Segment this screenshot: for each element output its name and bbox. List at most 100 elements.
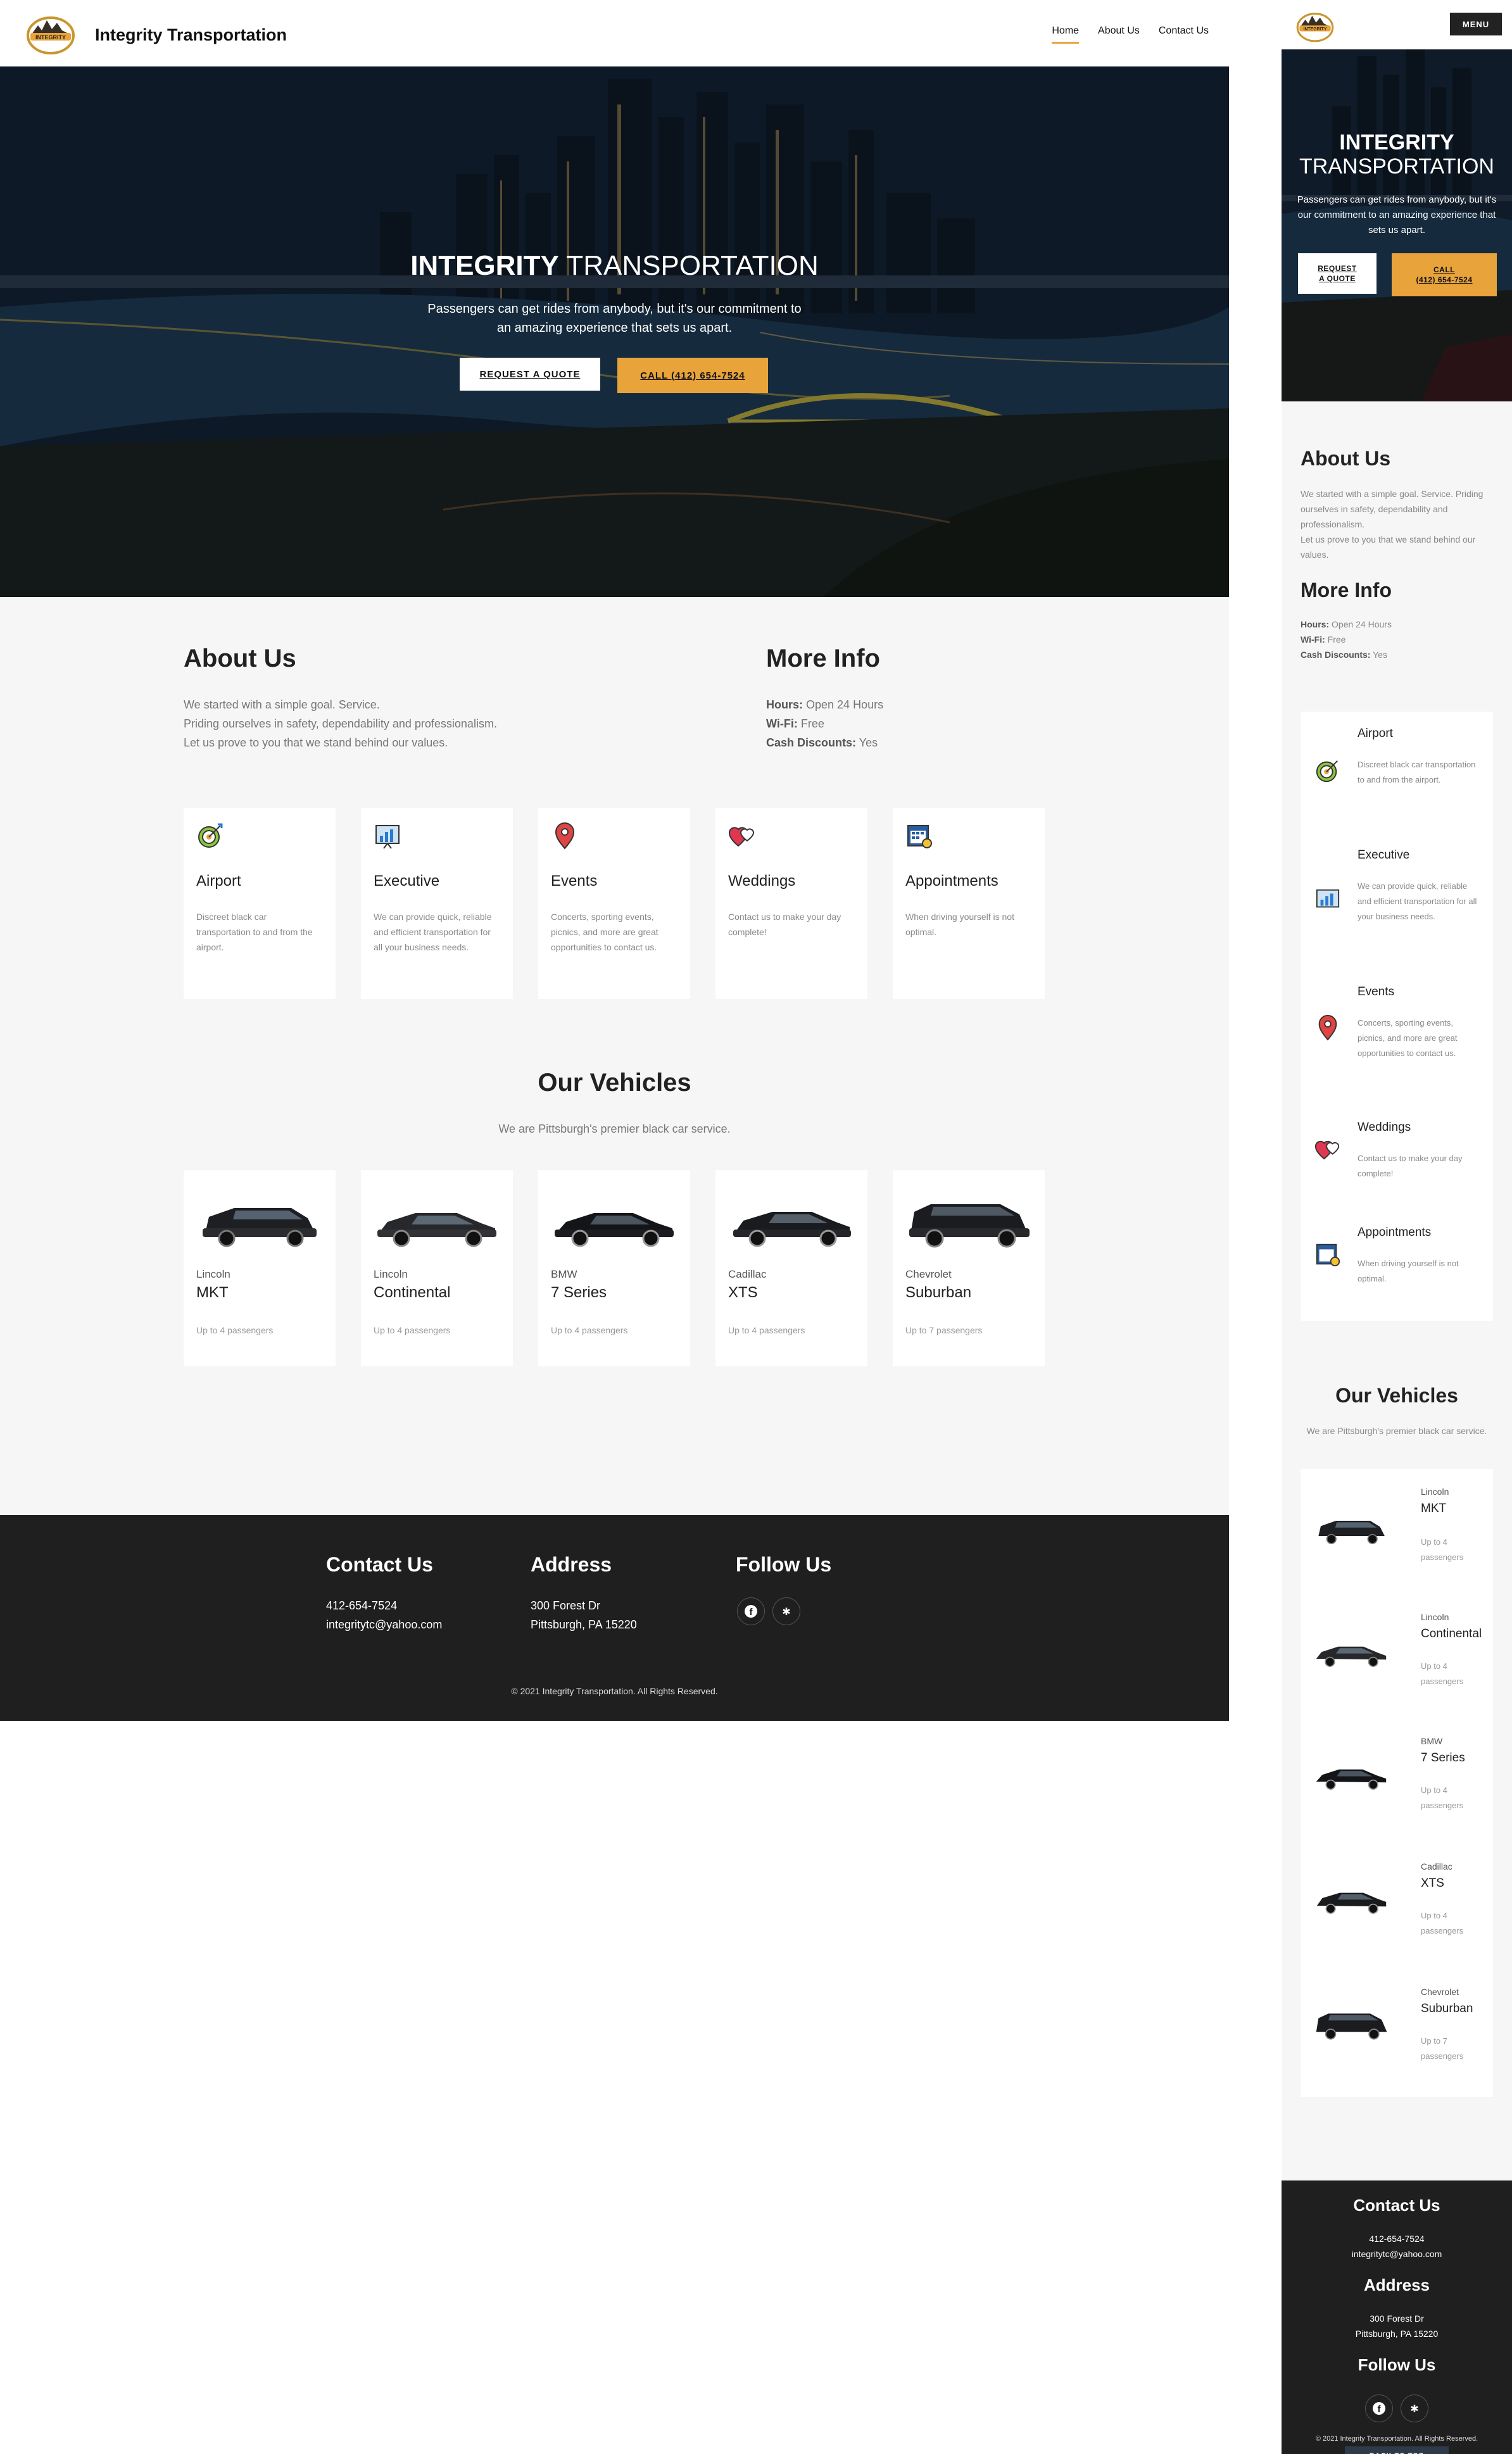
logo-icon[interactable]: INTEGRITY [25, 11, 76, 56]
facebook-icon[interactable]: f [737, 1597, 765, 1625]
site-footer: Contact Us 412-654-7524 integritytc@yaho… [0, 1515, 1229, 1721]
vehicle-make: Lincoln [374, 1268, 408, 1280]
calendar-icon [1316, 1243, 1340, 1267]
service-title: Appointments [905, 872, 999, 890]
brand-name[interactable]: Integrity Transportation [95, 25, 287, 45]
service-title: Weddings [728, 872, 796, 890]
service-desc: Discreet black car transportation to and… [1358, 760, 1476, 784]
vehicles-subtitle: We are Pittsburgh's premier black car se… [1306, 1426, 1487, 1436]
mobile-hero: INTEGRITY TRANSPORTATION Passengers can g… [1282, 49, 1512, 401]
info-wifi: Wi-Fi: Free [1301, 634, 1346, 645]
more-info-list: Hours: Open 24 Hours Wi-Fi: Free Cash Di… [1301, 617, 1392, 662]
footer-follow-heading: Follow Us [736, 1553, 832, 1576]
footer-email[interactable]: integritytc@yahoo.com [326, 1615, 442, 1634]
yelp-glyph: ✱ [1410, 2403, 1418, 2415]
service-title: Executive [374, 872, 440, 890]
service-title: Appointments [1358, 1226, 1432, 1239]
vehicle-model: Suburban [905, 1284, 972, 1301]
yelp-icon[interactable]: ✱ [772, 1597, 800, 1625]
vehicles-heading: Our Vehicles [1335, 1384, 1458, 1407]
request-quote-button[interactable]: REQUEST A QUOTE [1298, 253, 1377, 294]
call-button[interactable]: CALL (412) 654-7524 [617, 358, 768, 393]
vehicle-model: Continental [1421, 1627, 1482, 1640]
vehicle-model: 7 Series [1421, 1751, 1465, 1765]
desktop-view: INTEGRITY Integrity Transportation Home … [0, 0, 1229, 1721]
nav-about[interactable]: About Us [1098, 25, 1140, 44]
vehicle-capacity: Up to 4 passengers [1421, 1537, 1464, 1562]
copyright: © 2021 Integrity Transportation. All Rig… [1315, 2435, 1478, 2443]
footer-email[interactable]: integritytc@yahoo.com [1282, 2246, 1512, 2262]
hero-subtitle: Passengers can get rides from anybody, b… [427, 302, 802, 335]
vehicle-card-xts[interactable]: Cadillac XTS Up to 4 passengers [715, 1170, 867, 1366]
service-card-executive: Executive We can provide quick, reliable… [361, 808, 513, 999]
car-image [1318, 1521, 1385, 1544]
about-heading: About Us [184, 645, 296, 672]
mobile-header: INTEGRITY MENU [1282, 0, 1512, 49]
car-image [1316, 1769, 1387, 1790]
car-image [733, 1212, 851, 1247]
call-button[interactable]: CALL (412) 654-7524 [1392, 253, 1497, 296]
info-hours: Hours: Open 24 Hours [1301, 619, 1392, 629]
info-hours: Hours: Open 24 Hours [766, 698, 884, 711]
vehicle-capacity: Up to 4 passengers [374, 1325, 451, 1335]
about-line: Priding ourselves in safety, dependabili… [184, 717, 497, 730]
request-quote-button[interactable]: REQUEST A QUOTE [460, 358, 600, 391]
vehicle-card-continental[interactable]: Lincoln Continental Up to 4 passengers [361, 1170, 513, 1366]
vehicle-capacity: Up to 7 passengers [905, 1325, 983, 1335]
service-desc: Contact us to make your day complete! [1358, 1154, 1463, 1178]
about-text: We started with a simple goal. Service. … [1301, 486, 1493, 562]
service-title: Airport [1358, 727, 1393, 740]
hero-title: INTEGRITY TRANSPORTATION [410, 250, 819, 281]
facebook-icon[interactable]: f [1365, 2394, 1393, 2422]
car-image [1317, 1892, 1387, 1914]
mobile-view: INTEGRITY MENU INTEGRITY TRANSPORTATION P… [1282, 0, 1512, 2454]
footer-contact: 412-654-7524 integritytc@yahoo.com [326, 1596, 442, 1634]
nav-contact[interactable]: Contact Us [1159, 25, 1209, 44]
vehicle-make: BMW [551, 1268, 577, 1280]
vehicle-card-suburban[interactable]: Chevrolet Suburban Up to 7 passengers [893, 1170, 1045, 1366]
service-title: Events [1358, 985, 1395, 998]
service-desc: Contact us to make your day complete! [728, 912, 841, 937]
vehicle-make: Chevrolet [905, 1268, 952, 1280]
about-line: We started with a simple goal. Service. [184, 698, 380, 711]
info-wifi: Wi-Fi: Free [766, 717, 824, 730]
vehicle-capacity: Up to 4 passengers [1421, 1661, 1464, 1686]
service-card-events: Events Concerts, sporting events, picnic… [538, 808, 690, 999]
yelp-icon[interactable]: ✱ [1401, 2394, 1428, 2422]
vehicle-capacity: Up to 4 passengers [1421, 1785, 1464, 1810]
vehicle-card-7-series[interactable]: BMW 7 Series Up to 4 passengers [538, 1170, 690, 1366]
hero-section: INTEGRITY TRANSPORTATION Passengers can … [0, 66, 1229, 597]
presentation-chart-icon [375, 825, 400, 849]
map-pin-icon [1318, 1014, 1337, 1041]
service-card-airport: Airport Discreet black car transportatio… [184, 808, 336, 999]
service-desc: Concerts, sporting events, picnics, and … [1358, 1018, 1458, 1058]
vehicle-card-mkt[interactable]: Lincoln MKT Up to 4 passengers [184, 1170, 336, 1366]
back-to-top-button[interactable]: BACK TO TOP [1345, 2446, 1449, 2454]
yelp-glyph: ✱ [782, 1606, 790, 1618]
address-line: Pittsburgh, PA 15220 [1355, 2329, 1439, 2339]
car-image [909, 1204, 1030, 1248]
logo-icon[interactable]: INTEGRITY [1295, 9, 1335, 43]
service-desc: Discreet black car transportation to and… [196, 912, 313, 952]
footer-phone[interactable]: 412-654-7524 [1282, 2231, 1512, 2246]
nav-home[interactable]: Home [1052, 25, 1080, 44]
vehicle-make: Lincoln [196, 1268, 230, 1280]
footer-follow-heading: Follow Us [1358, 2355, 1436, 2374]
car-image [555, 1213, 674, 1247]
footer-phone[interactable]: 412-654-7524 [326, 1596, 442, 1615]
mobile-hero-subtitle: Passengers can get rides from anybody, b… [1297, 194, 1497, 236]
copyright: © 2021 Integrity Transportation. All Rig… [511, 1686, 718, 1696]
menu-button[interactable]: MENU [1450, 13, 1502, 35]
about-text: We started with a simple goal. Service. … [184, 695, 497, 752]
vehicle-make: Lincoln [1421, 1612, 1449, 1622]
vehicle-make: BMW [1421, 1736, 1443, 1746]
address-line: Pittsburgh, PA 15220 [531, 1618, 637, 1631]
vehicle-capacity: Up to 4 passengers [551, 1325, 628, 1335]
car-image [377, 1213, 496, 1247]
service-card-appointments: Appointments When driving yourself is no… [893, 808, 1045, 999]
service-desc: We can provide quick, reliable and effic… [1358, 881, 1477, 921]
vehicle-model: XTS [1421, 1877, 1444, 1890]
logo-text: INTEGRITY [35, 34, 66, 41]
service-title: Weddings [1358, 1121, 1411, 1134]
presentation-chart-icon [1316, 889, 1340, 908]
